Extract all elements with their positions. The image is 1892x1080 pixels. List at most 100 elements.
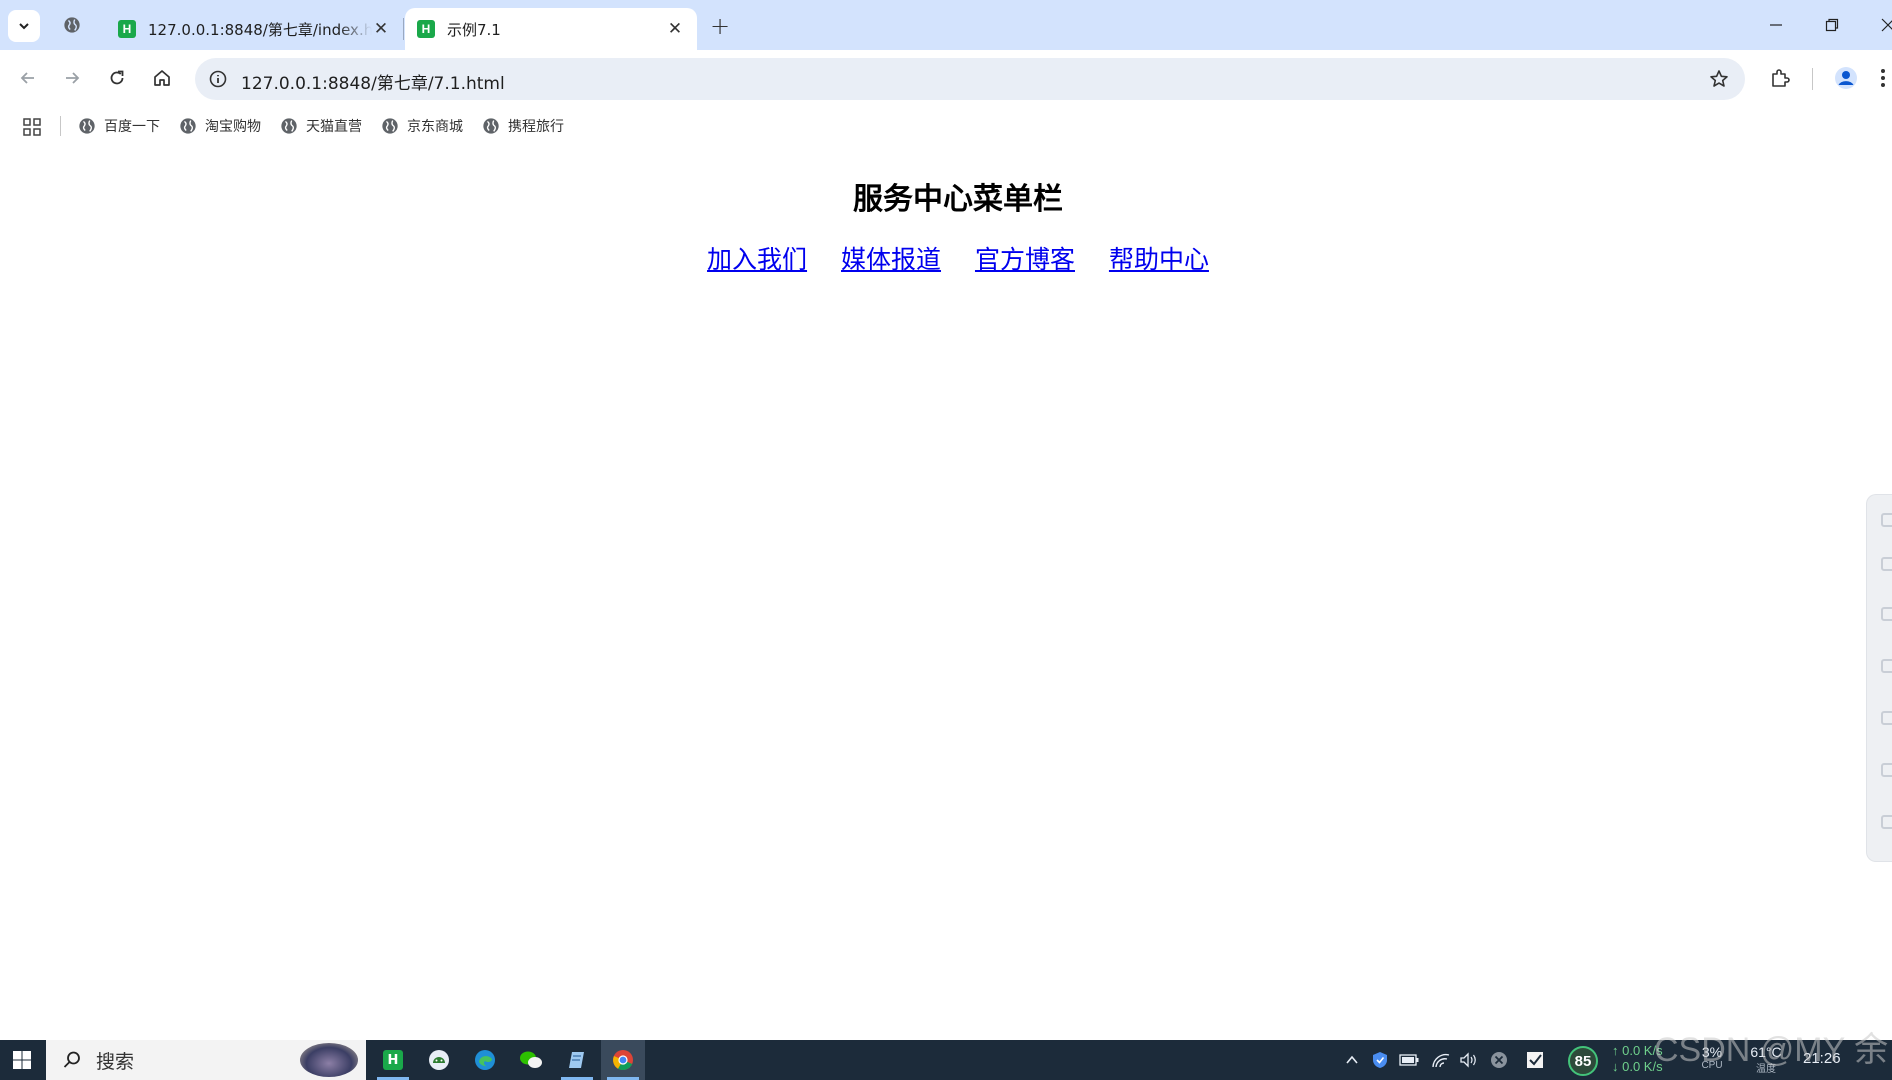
chrome-icon xyxy=(613,1050,633,1071)
service-menu: 加入我们 媒体报道 官方博客 帮助中心 xyxy=(0,240,1892,276)
bookmark-label: 京东商城 xyxy=(407,119,463,135)
menu-link-blog[interactable]: 官方博客 xyxy=(975,245,1075,274)
minimize-button[interactable] xyxy=(1754,10,1798,40)
chevron-down-icon xyxy=(19,23,29,30)
tab-example-7-1[interactable]: H 示例7.1 ✕ xyxy=(405,8,697,50)
battery-tray[interactable] xyxy=(1396,1040,1422,1080)
hbuilder-taskbar-app[interactable]: H xyxy=(371,1040,415,1080)
search-highlight-image[interactable] xyxy=(300,1043,358,1077)
tab-strip: H 127.0.0.1:8848/第七章/index.html ✕ H 示例7.… xyxy=(0,0,1892,50)
close-icon[interactable]: ✕ xyxy=(372,19,390,39)
edge-taskbar-app[interactable] xyxy=(463,1040,507,1080)
site-info-icon[interactable] xyxy=(207,68,229,90)
globe-icon xyxy=(64,17,80,33)
shield-icon xyxy=(1373,1052,1387,1068)
taskbar-clock[interactable]: 21:26 xyxy=(1803,1050,1841,1067)
close-circle-icon xyxy=(1491,1052,1507,1068)
show-hidden-icons[interactable] xyxy=(1340,1040,1364,1080)
menu-link-join-us[interactable]: 加入我们 xyxy=(707,245,807,274)
profile-button[interactable] xyxy=(1830,62,1862,94)
wifi-icon xyxy=(1432,1053,1450,1068)
side-panel-icon xyxy=(1881,659,1892,673)
notes-taskbar-app[interactable] xyxy=(555,1040,599,1080)
cpu-label: CPU xyxy=(1701,1060,1723,1071)
globe-icon xyxy=(483,118,499,134)
side-panel-icon xyxy=(1881,607,1892,621)
tab-title: 127.0.0.1:8848/第七章/index.html xyxy=(148,20,373,39)
apps-grid-icon[interactable] xyxy=(22,117,42,137)
globe-icon xyxy=(180,118,196,134)
side-panel-icon xyxy=(1881,513,1892,527)
home-icon xyxy=(154,70,170,86)
checkbox-tray[interactable] xyxy=(1522,1040,1548,1080)
side-panel-icon xyxy=(1881,557,1892,571)
chrome-taskbar-app[interactable] xyxy=(601,1040,645,1080)
reload-button[interactable] xyxy=(101,62,133,94)
home-button[interactable] xyxy=(146,62,178,94)
tab-index[interactable]: H 127.0.0.1:8848/第七章/index.html ✕ xyxy=(106,8,402,50)
edge-icon xyxy=(475,1050,495,1070)
temp-value: 61°C xyxy=(1750,1044,1782,1060)
close-icon xyxy=(1881,18,1892,32)
browser-toolbar: 127.0.0.1:8848/第七章/7.1.html xyxy=(0,50,1892,108)
hbuilder-icon: H xyxy=(417,20,435,38)
bookmark-label: 天猫直营 xyxy=(306,119,362,135)
reload-icon xyxy=(110,70,124,85)
net-down: ↓ 0.0 K/s xyxy=(1612,1059,1663,1074)
address-bar[interactable]: 127.0.0.1:8848/第七章/7.1.html xyxy=(195,58,1745,100)
pinned-tab[interactable] xyxy=(61,14,83,36)
page-content: 服务中心菜单栏 加入我们 媒体报道 官方博客 帮助中心 xyxy=(0,144,1892,1040)
notepad-icon xyxy=(569,1052,584,1068)
puzzle-icon xyxy=(1772,69,1790,87)
bookmark-star-icon[interactable] xyxy=(1707,67,1731,91)
forward-button[interactable] xyxy=(56,62,88,94)
tab-search-button[interactable] xyxy=(8,10,40,42)
back-button[interactable] xyxy=(12,62,44,94)
globe-icon xyxy=(281,118,297,134)
bookmark-label: 淘宝购物 xyxy=(205,119,261,135)
globe-icon xyxy=(79,118,95,134)
tab-separator xyxy=(403,18,404,40)
close-circle-tray[interactable] xyxy=(1486,1040,1512,1080)
side-panel-icon xyxy=(1881,763,1892,777)
performance-badge[interactable]: 85 xyxy=(1568,1046,1598,1076)
search-label: 搜索 xyxy=(96,1050,135,1073)
temp-label: 温度 xyxy=(1756,1064,1776,1075)
android-taskbar-app[interactable] xyxy=(417,1040,461,1080)
taskbar: 搜索 H 85 ↑ 0.0 K/s ↓ 0.0 K/s 3% CPU 61°C … xyxy=(0,1040,1892,1080)
new-tab-button[interactable]: + xyxy=(706,12,734,40)
page-title: 服务中心菜单栏 xyxy=(853,182,1063,217)
security-tray[interactable] xyxy=(1368,1040,1392,1080)
wechat-taskbar-app[interactable] xyxy=(509,1040,553,1080)
extensions-button[interactable] xyxy=(1764,62,1796,94)
network-speed: ↑ 0.0 K/s ↓ 0.0 K/s xyxy=(1612,1043,1663,1075)
restore-icon xyxy=(1825,18,1839,32)
bookmark-baidu[interactable]: 百度一下 xyxy=(78,116,160,136)
side-panel-tab[interactable] xyxy=(1866,494,1892,862)
wifi-tray[interactable] xyxy=(1428,1040,1454,1080)
tab-title: 示例7.1 xyxy=(447,20,501,39)
start-button[interactable] xyxy=(0,1040,44,1080)
windows-logo-icon xyxy=(13,1051,31,1069)
volume-tray[interactable] xyxy=(1456,1040,1482,1080)
minimize-icon xyxy=(1770,24,1782,26)
avatar-icon xyxy=(1835,67,1857,89)
kebab-menu-icon xyxy=(1881,69,1885,87)
bookmark-jd[interactable]: 京东商城 xyxy=(381,116,463,136)
restore-button[interactable] xyxy=(1810,10,1854,40)
menu-button[interactable] xyxy=(1874,62,1892,94)
menu-link-help[interactable]: 帮助中心 xyxy=(1109,245,1209,274)
globe-icon xyxy=(382,118,398,134)
hbuilder-icon: H xyxy=(383,1050,403,1070)
bookmark-ctrip[interactable]: 携程旅行 xyxy=(482,116,564,136)
bookmark-taobao[interactable]: 淘宝购物 xyxy=(179,116,261,136)
side-panel-icon xyxy=(1881,815,1892,829)
cpu-value: 3% xyxy=(1701,1044,1723,1060)
close-window-button[interactable] xyxy=(1866,10,1892,40)
url-text[interactable]: 127.0.0.1:8848/第七章/7.1.html xyxy=(241,69,505,94)
close-icon[interactable]: ✕ xyxy=(665,19,685,39)
battery-icon xyxy=(1399,1054,1419,1066)
bookmark-tmall[interactable]: 天猫直营 xyxy=(280,116,362,136)
wechat-icon xyxy=(520,1051,542,1068)
menu-link-media[interactable]: 媒体报道 xyxy=(841,245,941,274)
